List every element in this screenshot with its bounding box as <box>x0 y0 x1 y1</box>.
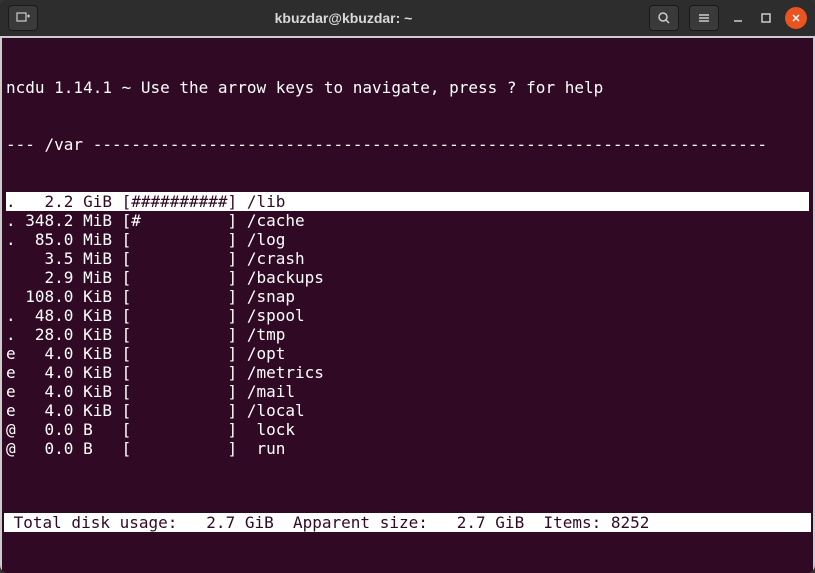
terminal-content[interactable]: ncdu 1.14.1 ~ Use the arrow keys to navi… <box>0 36 815 573</box>
hamburger-icon <box>697 11 711 25</box>
titlebar: kbuzdar@kbuzdar: ~ <box>0 0 815 36</box>
dir-row[interactable]: . 48.0 KiB [ ] /spool <box>6 306 809 325</box>
dir-row[interactable]: . 2.2 GiB [##########] /lib <box>6 192 809 211</box>
dir-row[interactable]: e 4.0 KiB [ ] /metrics <box>6 363 809 382</box>
dir-row[interactable]: . 28.0 KiB [ ] /tmp <box>6 325 809 344</box>
ncdu-header: ncdu 1.14.1 ~ Use the arrow keys to navi… <box>6 78 809 97</box>
dir-row[interactable]: . 85.0 MiB [ ] /log <box>6 230 809 249</box>
close-button[interactable] <box>785 7 807 29</box>
footer: Total disk usage: 2.7 GiB Apparent size:… <box>2 475 813 573</box>
maximize-icon <box>760 12 772 24</box>
minimize-icon <box>732 12 744 24</box>
terminal-window: kbuzdar@kbuzdar: ~ <box>0 0 815 573</box>
new-tab-button[interactable] <box>8 5 38 31</box>
menu-button[interactable] <box>689 5 719 31</box>
search-button[interactable] <box>649 5 679 31</box>
window-title: kbuzdar@kbuzdar: ~ <box>46 10 641 26</box>
footer-line: Total disk usage: 2.7 GiB Apparent size:… <box>4 513 811 532</box>
maximize-button[interactable] <box>757 9 775 27</box>
dir-row[interactable]: 2.9 MiB [ ] /backups <box>6 268 809 287</box>
search-icon <box>657 11 671 25</box>
path-line: --- /var -------------------------------… <box>6 135 809 154</box>
dir-row[interactable]: @ 0.0 B [ ] lock <box>6 420 809 439</box>
dir-row[interactable]: 108.0 KiB [ ] /snap <box>6 287 809 306</box>
dir-row[interactable]: . 348.2 MiB [# ] /cache <box>6 211 809 230</box>
new-tab-icon <box>15 10 31 26</box>
close-icon <box>791 13 801 23</box>
dir-row[interactable]: e 4.0 KiB [ ] /local <box>6 401 809 420</box>
dir-row[interactable]: e 4.0 KiB [ ] /mail <box>6 382 809 401</box>
dir-row[interactable]: @ 0.0 B [ ] run <box>6 439 809 458</box>
minimize-button[interactable] <box>729 9 747 27</box>
dir-row[interactable]: e 4.0 KiB [ ] /opt <box>6 344 809 363</box>
dir-row[interactable]: 3.5 MiB [ ] /crash <box>6 249 809 268</box>
